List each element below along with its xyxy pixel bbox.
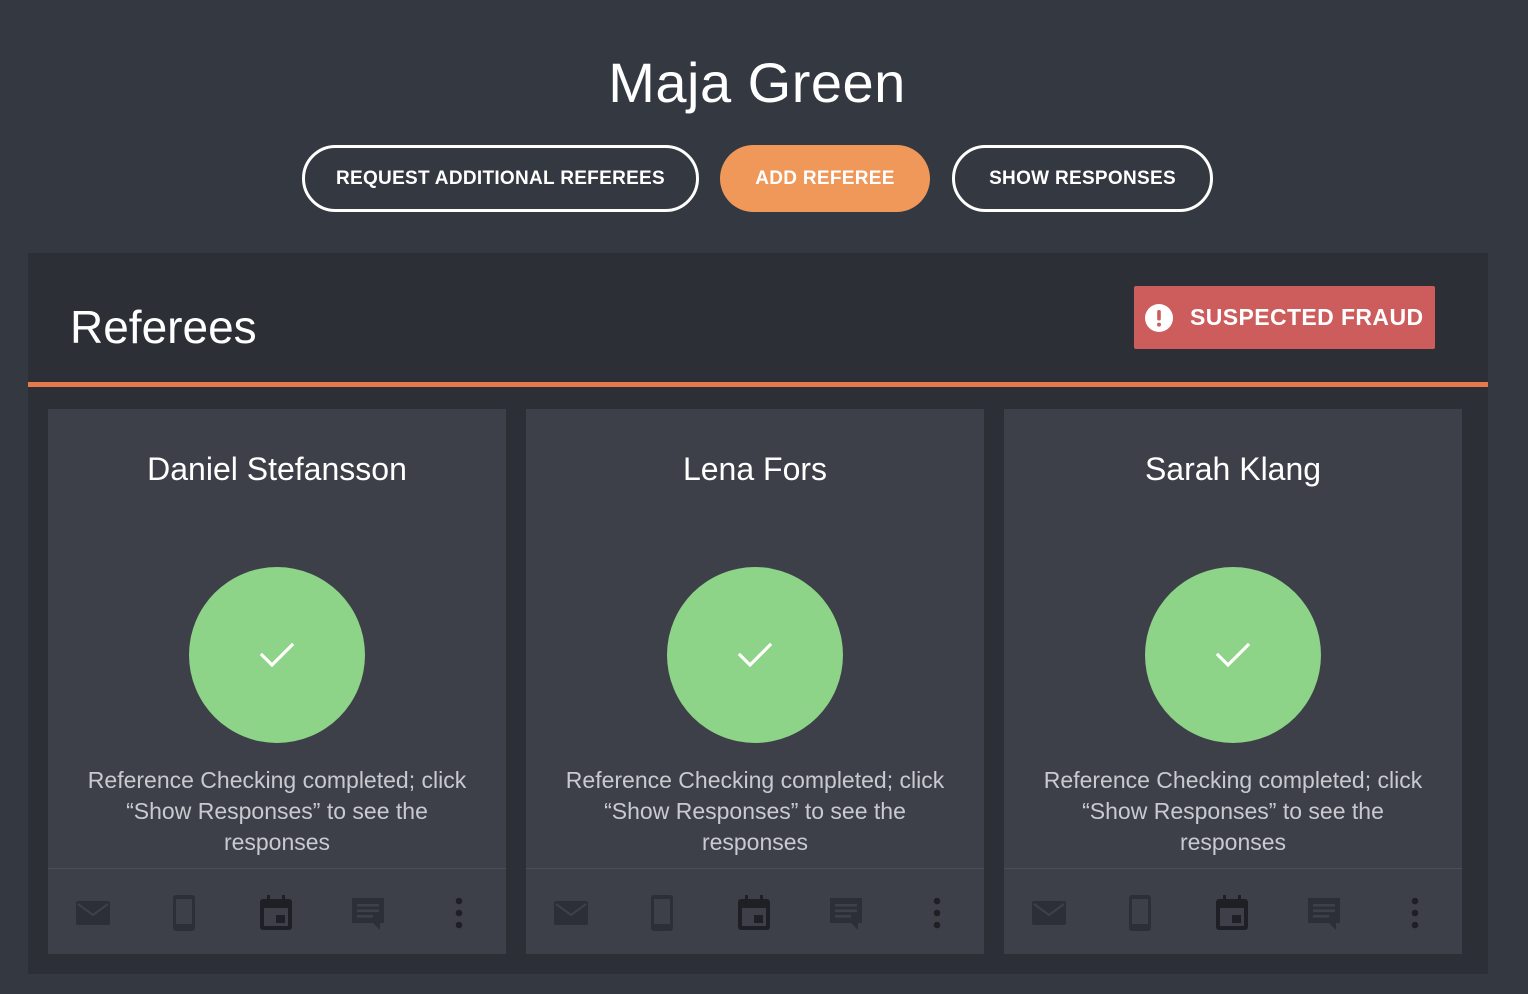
action-row: REQUEST ADDITIONAL REFEREES ADD REFEREE … [0,145,1514,212]
status-complete-indicator [667,567,843,743]
message-icon[interactable] [350,895,386,931]
checkmark-icon [259,642,295,668]
panel-title: Referees [70,301,257,353]
suspected-fraud-label: SUSPECTED FRAUD [1190,304,1424,330]
status-text: Reference Checking completed; click “Sho… [1043,767,1423,855]
message-icon[interactable] [828,895,864,931]
calendar-icon[interactable] [258,895,294,931]
referee-card: Daniel Stefansson Reference Checking com… [48,409,506,954]
card-footer [48,868,506,954]
status-text: Reference Checking completed; click “Sho… [87,767,467,855]
show-responses-button[interactable]: SHOW RESPONSES [952,145,1213,212]
calendar-icon[interactable] [1214,895,1250,931]
add-referee-button[interactable]: ADD REFEREE [720,145,930,212]
message-icon[interactable] [1306,895,1342,931]
calendar-icon[interactable] [736,895,772,931]
page: Maja Green REQUEST ADDITIONAL REFEREES A… [0,0,1528,994]
status-complete-indicator [189,567,365,743]
panel-header: Referees SUSPECTED FRAUD [28,253,1488,382]
phone-icon[interactable] [1122,895,1158,931]
more-vertical-icon[interactable] [919,895,955,931]
more-vertical-icon[interactable] [1397,895,1433,931]
candidate-name: Maja Green [608,51,906,114]
mail-icon[interactable] [75,895,111,931]
mail-icon[interactable] [1031,895,1067,931]
mail-icon[interactable] [553,895,589,931]
card-footer [1004,868,1462,954]
referee-name: Sarah Klang [1144,451,1322,487]
suspected-fraud-badge[interactable]: SUSPECTED FRAUD [1134,286,1435,349]
request-additional-referees-button[interactable]: REQUEST ADDITIONAL REFEREES [302,145,699,212]
referees-panel: Referees SUSPECTED FRAUD Daniel Stefanss… [28,253,1488,974]
referee-name: Daniel Stefansson [147,451,407,487]
checkmark-icon [1215,642,1251,668]
referee-card: Lena Fors Reference Checking completed; … [526,409,984,954]
status-complete-indicator [1145,567,1321,743]
referee-cards: Daniel Stefansson Reference Checking com… [48,409,1462,954]
card-footer [526,868,984,954]
phone-icon[interactable] [644,895,680,931]
more-vertical-icon[interactable] [441,895,477,931]
checkmark-icon [737,642,773,668]
status-text: Reference Checking completed; click “Sho… [565,767,945,855]
exclamation-circle-icon [1144,303,1174,333]
referee-card: Sarah Klang Reference Checking completed… [1004,409,1462,954]
referee-name: Lena Fors [682,451,828,487]
panel-divider [28,382,1488,387]
phone-icon[interactable] [166,895,202,931]
